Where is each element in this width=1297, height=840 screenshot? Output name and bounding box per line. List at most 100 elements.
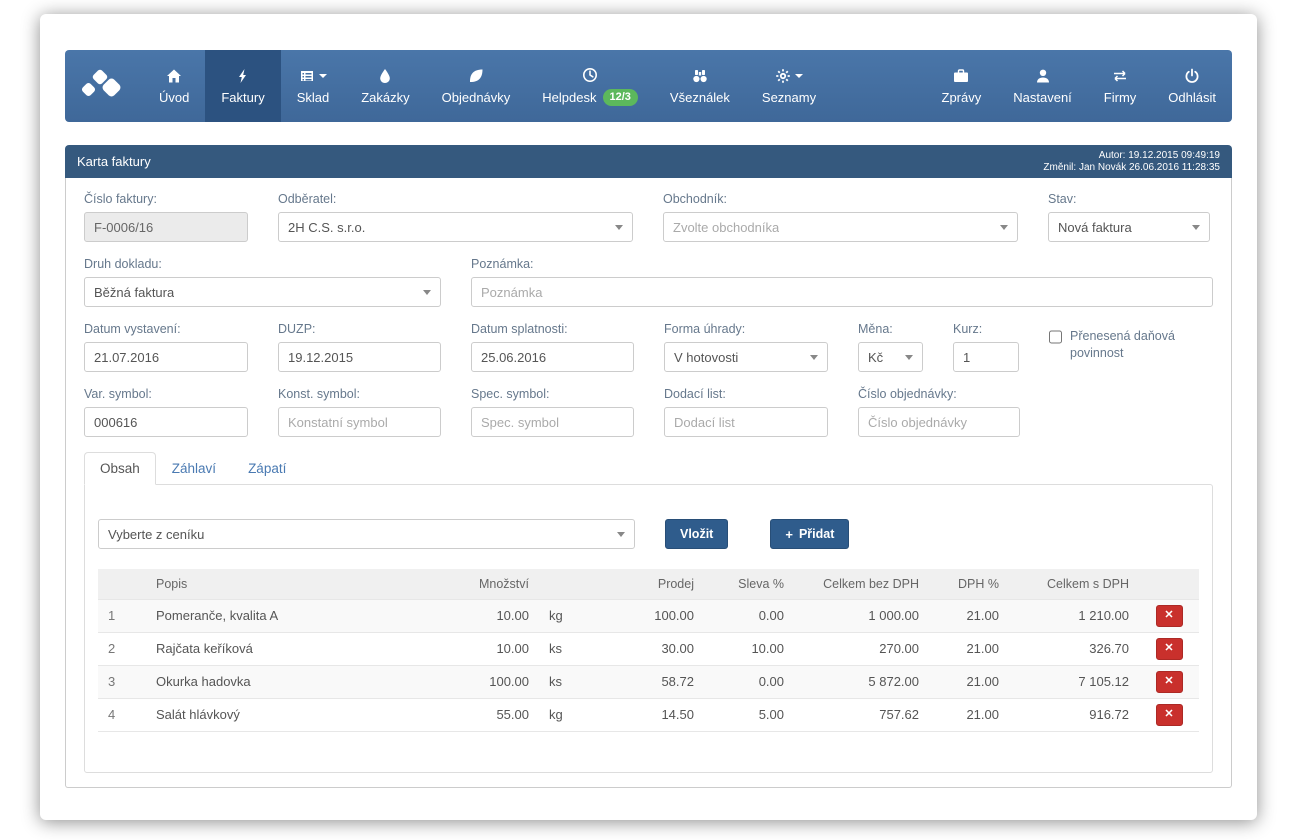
nav-item-uvod[interactable]: Úvod: [143, 50, 205, 122]
item-unit: ks: [539, 665, 584, 698]
doc-type-select[interactable]: Běžná faktura: [84, 277, 441, 307]
doc-type-label: Druh dokladu:: [84, 257, 441, 271]
issue-date-input[interactable]: [84, 342, 248, 372]
field-spec-symbol: Spec. symbol:: [471, 387, 634, 437]
item-vat: 21.00: [929, 698, 1009, 731]
chevron-down-icon: [795, 74, 803, 78]
col-mnozstvi: Množství: [429, 569, 539, 599]
field-reverse-charge: Přenesená daňová povinnost: [1049, 322, 1201, 362]
item-vat: 21.00: [929, 632, 1009, 665]
nav-item-label: Úvod: [159, 90, 189, 105]
duzp-input[interactable]: [278, 342, 441, 372]
delivery-note-input[interactable]: [664, 407, 828, 437]
add-button[interactable]: + Přidat: [770, 519, 849, 549]
col-popis: Popis: [146, 569, 429, 599]
delete-row-button[interactable]: ✕: [1156, 638, 1183, 660]
item-quantity: 10.00: [429, 632, 539, 665]
logo-icon: [81, 69, 127, 103]
nav-item-objednavky[interactable]: Objednávky: [426, 50, 527, 122]
nav-item-odhlasit[interactable]: Odhlásit: [1152, 50, 1232, 122]
field-invoice-number: Číslo faktury:: [84, 192, 248, 242]
table-row: 4 Salát hlávkový 55.00 kg 14.50 5.00 757…: [98, 698, 1199, 731]
item-quantity: 100.00: [429, 665, 539, 698]
spec-symbol-input[interactable]: [471, 407, 634, 437]
nav-item-seznamy[interactable]: Seznamy: [746, 50, 832, 122]
item-price: 100.00: [584, 599, 704, 632]
nav-item-firmy[interactable]: Firmy: [1088, 50, 1153, 122]
nav-item-vseznalek[interactable]: Všeználek: [654, 50, 746, 122]
nav-item-sklad[interactable]: Sklad: [281, 50, 346, 122]
nav-item-label: Helpdesk: [542, 90, 596, 105]
order-number-input[interactable]: [858, 407, 1020, 437]
shuffle-icon: [1112, 68, 1128, 84]
const-symbol-label: Konst. symbol:: [278, 387, 441, 401]
note-input[interactable]: [471, 277, 1213, 307]
rate-input[interactable]: [953, 342, 1019, 372]
nav-item-zakazky[interactable]: Zakázky: [345, 50, 425, 122]
delete-row-button[interactable]: ✕: [1156, 704, 1183, 726]
invoice-icon: [235, 68, 251, 84]
field-due-date: Datum splatnosti:: [471, 322, 634, 372]
table-row: 1 Pomeranče, kvalita A 10.00 kg 100.00 0…: [98, 599, 1199, 632]
clock-icon: [582, 67, 598, 83]
status-select[interactable]: Nová faktura: [1048, 212, 1210, 242]
item-total-gross: 7 105.12: [1009, 665, 1139, 698]
nav-item-faktury[interactable]: Faktury: [205, 50, 280, 122]
nav-item-label: Sklad: [297, 90, 330, 105]
nav-item-nastaveni[interactable]: Nastavení: [997, 50, 1088, 122]
const-symbol-input[interactable]: [278, 407, 441, 437]
item-total-gross: 916.72: [1009, 698, 1139, 731]
delivery-note-label: Dodací list:: [664, 387, 828, 401]
item-price: 30.00: [584, 632, 704, 665]
item-quantity: 10.00: [429, 599, 539, 632]
nav-item-zpravy[interactable]: Zprávy: [926, 50, 998, 122]
nav-item-label: Objednávky: [442, 90, 511, 105]
audit-changed: Změnil: Jan Novák 26.06.2016 11:28:35: [1043, 162, 1220, 174]
nav-item-label: Všeználek: [670, 90, 730, 105]
tab-obsah[interactable]: Obsah: [84, 452, 156, 485]
delete-row-button[interactable]: ✕: [1156, 605, 1183, 627]
salesman-label: Obchodník:: [663, 192, 1018, 206]
field-delivery-note: Dodací list:: [664, 387, 828, 437]
salesman-select[interactable]: Zvolte obchodníka: [663, 212, 1018, 242]
chevron-down-icon: [423, 290, 431, 295]
spec-symbol-label: Spec. symbol:: [471, 387, 634, 401]
app-window: Úvod Faktury Sklad Zakázky: [40, 14, 1257, 820]
currency-select[interactable]: Kč: [858, 342, 923, 372]
issue-date-label: Datum vystavení:: [84, 322, 248, 336]
nav-item-label: Firmy: [1104, 90, 1137, 105]
panel-body: Číslo faktury: Odběratel: 2H C.S. s.r.o.…: [65, 178, 1232, 788]
chevron-down-icon: [905, 355, 913, 360]
insert-button[interactable]: Vložit: [665, 519, 728, 549]
item-discount: 10.00: [704, 632, 794, 665]
chevron-down-icon: [1000, 225, 1008, 230]
item-discount: 0.00: [704, 599, 794, 632]
select-value: Vyberte z ceníku: [108, 527, 204, 542]
field-currency: Měna: Kč: [858, 322, 923, 372]
item-unit: kg: [539, 698, 584, 731]
due-date-input[interactable]: [471, 342, 634, 372]
chevron-down-icon: [1192, 225, 1200, 230]
nav-item-label: Faktury: [221, 90, 264, 105]
field-doc-type: Druh dokladu: Běžná faktura: [84, 257, 441, 307]
delete-row-button[interactable]: ✕: [1156, 671, 1183, 693]
pricelist-select[interactable]: Vyberte z ceníku: [98, 519, 635, 549]
tab-zapati[interactable]: Zápatí: [232, 452, 302, 485]
select-value: Nová faktura: [1058, 220, 1132, 235]
field-salesman: Obchodník: Zvolte obchodníka: [663, 192, 1018, 242]
app-logo[interactable]: [65, 50, 143, 122]
tab-zahlavi[interactable]: Záhlaví: [156, 452, 232, 485]
duzp-label: DUZP:: [278, 322, 441, 336]
reverse-charge-checkbox[interactable]: [1049, 330, 1062, 344]
invoice-number-input: [84, 212, 248, 242]
nav-item-helpdesk[interactable]: Helpdesk 12/3: [526, 50, 654, 122]
var-symbol-input[interactable]: [84, 407, 248, 437]
table-row: 2 Rajčata keříková 10.00 ks 30.00 10.00 …: [98, 632, 1199, 665]
payment-form-select[interactable]: V hotovosti: [664, 342, 828, 372]
reverse-charge-label: Přenesená daňová povinnost: [1070, 328, 1201, 362]
field-customer: Odběratel: 2H C.S. s.r.o.: [278, 192, 633, 242]
nav-item-label: Zakázky: [361, 90, 409, 105]
customer-select[interactable]: 2H C.S. s.r.o.: [278, 212, 633, 242]
leaf-icon: [468, 68, 484, 84]
item-total-gross: 326.70: [1009, 632, 1139, 665]
